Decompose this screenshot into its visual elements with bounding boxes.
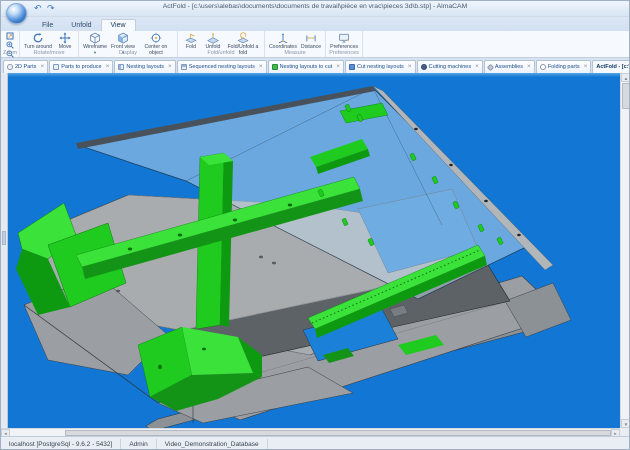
preferences-icon <box>338 32 350 44</box>
ribbon: Zoom Turn around Move Rotate/move Wirefr… <box>1 31 629 58</box>
ribbon-group-label: Fold/unfold <box>178 50 264 57</box>
ribbon-group-fold-unfold: Fold Unfold Fold/Unfold a fold Fold/unfo… <box>178 31 265 57</box>
database-name-status: Video_Demonstration_Database <box>157 439 268 450</box>
redo-icon[interactable]: ↷ <box>47 2 55 15</box>
close-tab-icon[interactable]: × <box>584 64 588 70</box>
turn-around-icon <box>32 32 44 44</box>
close-tab-icon[interactable]: × <box>475 64 479 70</box>
ribbon-group-label: Measure <box>265 50 325 57</box>
ribbon-group-label: Preferences <box>326 50 362 57</box>
horizontal-scrollbar[interactable]: ◄ ► <box>1 428 630 436</box>
unfold-icon <box>207 32 219 44</box>
zoom-in-button[interactable] <box>4 41 16 49</box>
tab-folding-parts[interactable]: Folding parts× <box>536 60 592 73</box>
2d-parts-icon <box>7 64 13 70</box>
ribbon-group-label: Display <box>79 50 177 57</box>
cutting-machines-icon <box>421 64 427 70</box>
tab-nesting-layouts-to-cut[interactable]: Nesting layouts to cut× <box>268 60 344 73</box>
fold-button[interactable]: Fold <box>181 32 201 51</box>
viewport-3d-canvas[interactable] <box>8 73 620 428</box>
ribbon-group-measure: Coordinates Distance Measure <box>265 31 326 57</box>
menu-tab-file[interactable]: File <box>33 20 62 31</box>
scroll-up-icon[interactable]: ▲ <box>621 73 630 82</box>
preferences-button[interactable]: Preferences <box>329 32 359 51</box>
tab-actfold-active[interactable]: ActFold - [c:\users\alebas <box>592 60 629 73</box>
tab-cut-nesting-layouts[interactable]: Cut nesting layouts× <box>345 60 416 73</box>
scroll-down-icon[interactable]: ▼ <box>621 419 630 428</box>
tab-assemblies[interactable]: Assemblies× <box>484 60 535 73</box>
close-tab-icon[interactable]: × <box>527 64 531 70</box>
distance-button[interactable]: Distance <box>300 32 322 51</box>
tab-cutting-machines[interactable]: Cutting machines× <box>417 60 483 73</box>
menu-tab-unfold[interactable]: Unfold <box>62 20 100 31</box>
wireframe-icon <box>89 32 101 44</box>
fold-icon <box>185 32 197 44</box>
work-area: ▲ ▼ ◄ ► <box>1 73 630 436</box>
nesting-layouts-to-cut-icon <box>272 64 278 70</box>
assemblies-icon <box>487 63 494 70</box>
coordinates-button[interactable]: Coordinates <box>268 32 298 51</box>
close-tab-icon[interactable]: × <box>106 64 110 70</box>
close-tab-icon[interactable]: × <box>259 64 263 70</box>
document-tab-strip: 2D Parts× Parts to produce× Nesting layo… <box>1 58 629 73</box>
move-button[interactable]: Move <box>55 32 75 51</box>
ribbon-group-display: Wireframe ▾ Front view ▾ Center on objec… <box>79 31 178 57</box>
unfold-button[interactable]: Unfold <box>203 32 223 51</box>
ribbon-group-label: Zoom <box>1 50 19 57</box>
title-bar: ↶ ↷ ActFold - [c:\users\alebas\documents… <box>1 1 629 17</box>
cut-nesting-layouts-icon <box>349 64 355 70</box>
tab-nesting-layouts[interactable]: Nesting layouts× <box>114 60 175 73</box>
close-tab-icon[interactable]: × <box>336 64 340 70</box>
sequenced-nesting-layouts-icon <box>181 64 187 70</box>
current-user-status: Admin <box>121 439 156 450</box>
window-title: ActFold - [c:\users\alebas\documents\doc… <box>1 3 629 10</box>
scrollbar-corner <box>620 428 630 436</box>
turn-around-button[interactable]: Turn around <box>23 32 53 51</box>
parts-to-produce-icon <box>53 64 59 70</box>
nesting-layouts-icon <box>118 64 124 70</box>
left-panel-strip <box>1 73 8 428</box>
panel-splitter-handle[interactable] <box>2 231 6 245</box>
database-connection-status: localhost [PostgreSql - 9.6.2 - 5432] <box>1 439 121 450</box>
zoom-fit-icon <box>6 32 14 40</box>
ribbon-group-preferences: Preferences Preferences <box>326 31 363 57</box>
distance-icon <box>305 32 317 44</box>
vertical-scrollbar[interactable]: ▲ ▼ <box>620 73 630 428</box>
status-bar: localhost [PostgreSql - 9.6.2 - 5432] Ad… <box>1 436 629 450</box>
fold-unfold-a-fold-icon <box>237 32 249 44</box>
tab-sequenced-nesting-layouts[interactable]: Sequenced nesting layouts× <box>177 60 267 73</box>
close-tab-icon[interactable]: × <box>408 64 412 70</box>
tab-parts-to-produce[interactable]: Parts to produce× <box>49 60 113 73</box>
close-tab-icon[interactable]: × <box>168 64 172 70</box>
coordinates-icon <box>277 32 289 44</box>
ribbon-group-rotate-move: Turn around Move Rotate/move <box>20 31 79 57</box>
viewport-top-edge <box>8 73 620 77</box>
center-on-object-icon <box>150 32 162 44</box>
close-tab-icon[interactable]: × <box>40 64 44 70</box>
front-view-icon <box>117 32 129 44</box>
menu-bar: File Unfold View <box>1 17 629 31</box>
undo-icon[interactable]: ↶ <box>34 2 42 15</box>
application-window: ↶ ↷ ActFold - [c:\users\alebas\documents… <box>0 0 630 450</box>
menu-tab-view[interactable]: View <box>101 19 136 31</box>
tab-2d-parts[interactable]: 2D Parts× <box>3 60 48 73</box>
ribbon-group-label: Rotate/move <box>20 50 78 57</box>
app-menu-orb[interactable] <box>6 3 27 24</box>
zoom-fit-button[interactable] <box>4 32 16 40</box>
vertical-scroll-thumb[interactable] <box>622 83 630 109</box>
folding-parts-icon <box>540 64 546 70</box>
ribbon-group-zoom: Zoom <box>1 31 20 57</box>
zoom-in-icon <box>6 41 14 49</box>
move-icon <box>59 32 71 44</box>
